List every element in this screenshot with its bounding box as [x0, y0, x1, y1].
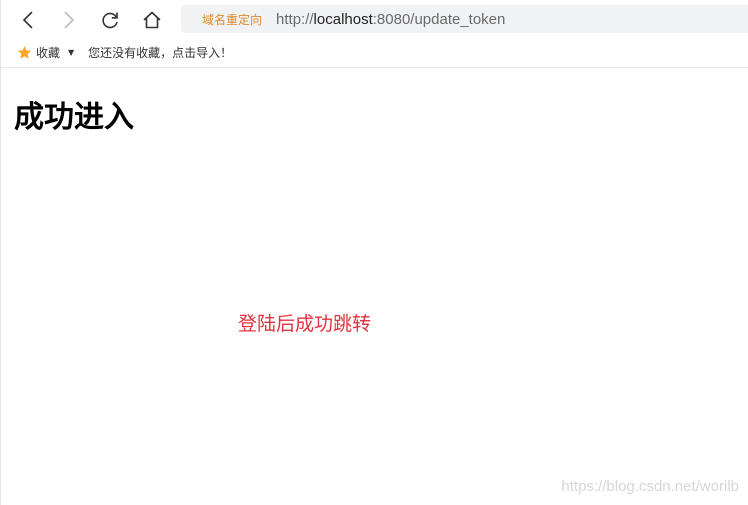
browser-window: 域名重定向 http://localhost:8080/update_token… — [0, 0, 748, 505]
url-path: :8080/update_token — [372, 10, 506, 28]
url-host: localhost — [313, 10, 373, 28]
import-favorites-link[interactable]: 您还没有收藏，点击导入！ — [88, 44, 232, 61]
star-icon — [17, 45, 32, 59]
home-button[interactable] — [138, 6, 166, 34]
redirect-success-message: 登陆后成功跳转 — [238, 313, 372, 335]
reload-icon — [102, 12, 118, 29]
back-button[interactable] — [14, 6, 42, 34]
favorites-label: 收藏 — [36, 46, 61, 60]
address-bar[interactable]: 域名重定向 http://localhost:8080/update_token — [181, 5, 748, 33]
url-text[interactable]: http://localhost:8080/update_token — [276, 11, 505, 28]
chevron-right-icon — [64, 11, 75, 29]
watermark: https://blog.csdn.net/worilb — [561, 478, 739, 495]
favorites-menu-button[interactable]: 收藏 ▼ — [17, 44, 74, 61]
page-heading: 成功进入 — [14, 100, 134, 135]
bookmarks-bar: 收藏 ▼ 您还没有收藏，点击导入！ — [1, 38, 748, 68]
forward-button[interactable] — [55, 6, 83, 34]
page-content: 成功进入 登陆后成功跳转 https://blog.csdn.net/woril… — [1, 68, 748, 505]
reload-button[interactable] — [96, 6, 124, 34]
caret-down-icon: ▼ — [68, 48, 75, 57]
browser-toolbar: 域名重定向 http://localhost:8080/update_token — [1, 0, 748, 38]
chevron-left-icon — [22, 11, 33, 29]
home-icon — [143, 11, 161, 29]
redirect-label[interactable]: 域名重定向 — [202, 11, 262, 28]
url-prefix: http:// — [276, 10, 314, 28]
